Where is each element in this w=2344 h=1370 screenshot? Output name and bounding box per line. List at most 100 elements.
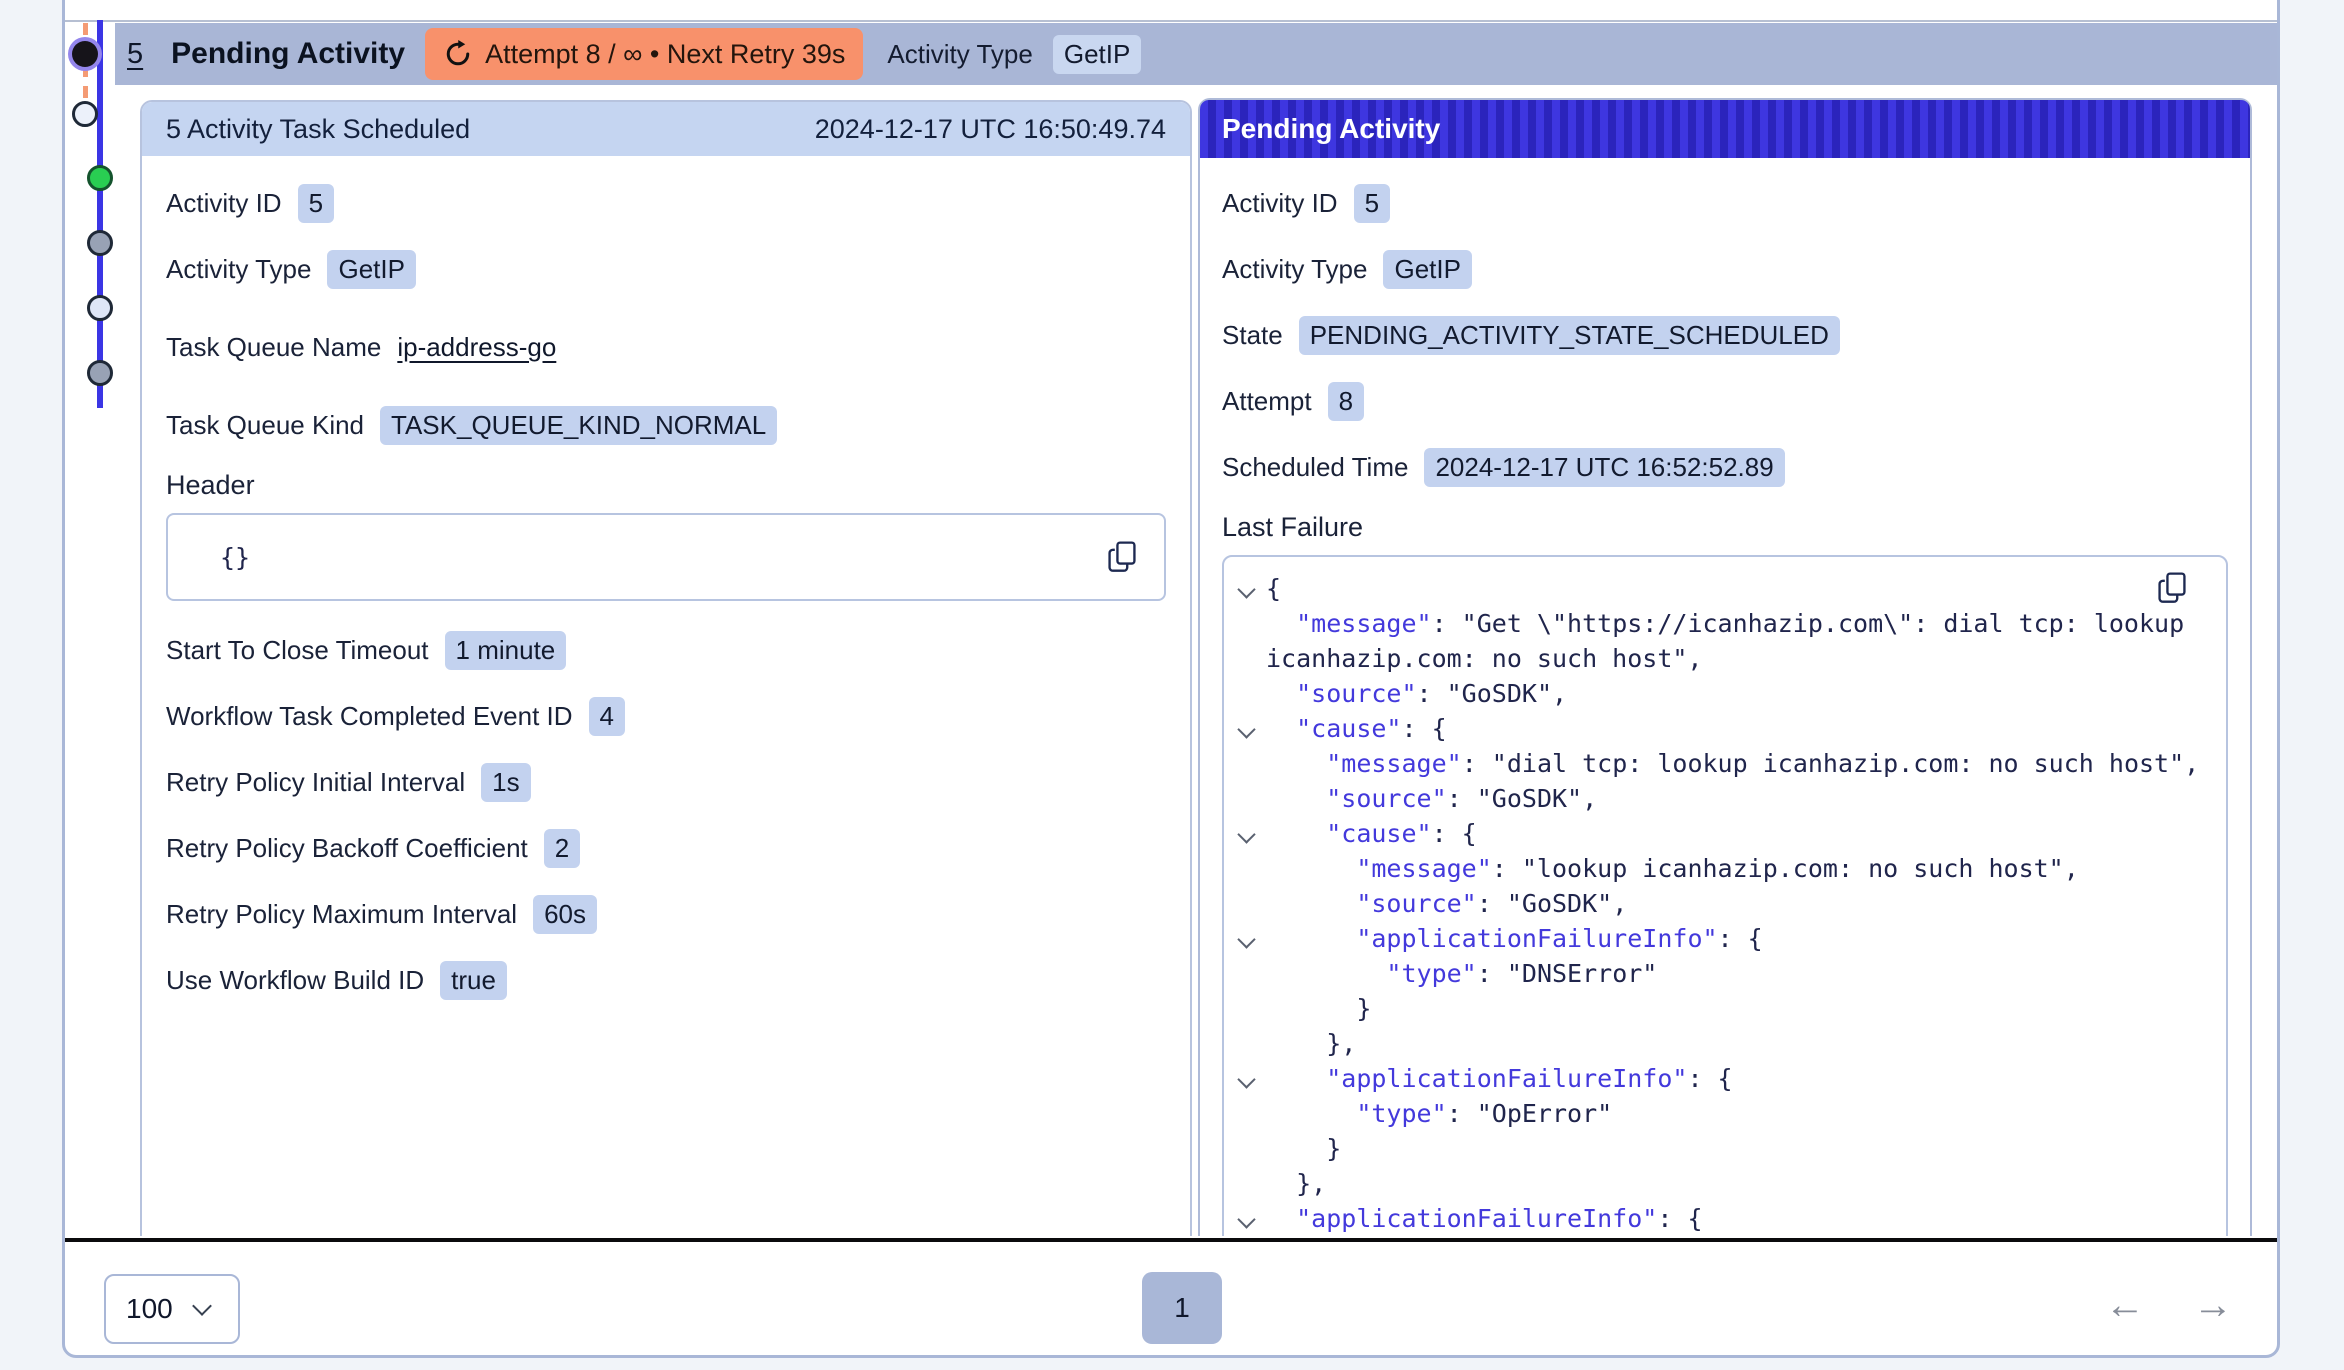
- copy-icon[interactable]: [2156, 571, 2188, 605]
- chevron-down-icon: [192, 1296, 212, 1316]
- field-row: Workflow Task Completed Event ID4: [166, 695, 1166, 737]
- header-payload-box: {}: [166, 513, 1166, 601]
- timeline-current-event-dot[interactable]: [72, 41, 98, 67]
- code-text: "applicationFailureInfo": {: [1266, 921, 1763, 956]
- field-value-badge: GetIP: [1383, 250, 1471, 289]
- code-text: }: [1266, 991, 1371, 1026]
- field-row: Activity ID5: [166, 182, 1166, 224]
- field-value-badge: GetIP: [327, 250, 415, 289]
- left-panel-header: 5 Activity Task Scheduled 2024-12-17 UTC…: [142, 102, 1190, 156]
- page-number: 1: [1174, 1292, 1190, 1324]
- code-text: "message": "dial tcp: lookup icanhazip.c…: [1266, 746, 2199, 781]
- field-row: State PENDING_ACTIVITY_STATE_SCHEDULED: [1222, 314, 2228, 356]
- code-line: "applicationFailureInfo": {: [1236, 1201, 2208, 1236]
- field-row: Task Queue Nameip-address-go: [166, 326, 1166, 368]
- collapse-chevron-icon[interactable]: [1237, 580, 1255, 598]
- page-number-button[interactable]: 1: [1142, 1272, 1222, 1344]
- field-label: Retry Policy Backoff Coefficient: [166, 833, 528, 864]
- field-row: Retry Policy Initial Interval 1s: [166, 761, 1166, 803]
- retry-badge-text: Attempt 8 / ∞ • Next Retry 39s: [485, 39, 845, 70]
- code-text: "message": "lookup icanhazip.com: no suc…: [1266, 851, 2079, 886]
- field-label: Use Workflow Build ID: [166, 965, 424, 996]
- field-label: Retry Policy Initial Interval: [166, 767, 465, 798]
- event-id-link[interactable]: 5: [127, 38, 143, 71]
- left-panel-timestamp: 2024-12-17 UTC 16:50:49.74: [815, 114, 1166, 145]
- code-line: "cause": {: [1236, 711, 2208, 746]
- field-label: Activity Type: [166, 254, 311, 285]
- field-label: Task Queue Kind: [166, 410, 364, 441]
- field-row: Activity ID5: [1222, 182, 2228, 224]
- page-size-select[interactable]: 100: [104, 1274, 240, 1344]
- collapse-chevron-icon[interactable]: [1237, 720, 1255, 738]
- code-text: "applicationFailureInfo": {: [1266, 1061, 1733, 1096]
- field-row: Retry Policy Maximum Interval 60s: [166, 893, 1166, 935]
- field-label: Attempt: [1222, 386, 1312, 417]
- field-row: Activity Type GetIP: [166, 248, 1166, 290]
- code-text: }: [1266, 1131, 1341, 1166]
- code-text: "type": "DNSError": [1266, 956, 1657, 991]
- next-page-arrow[interactable]: →: [2193, 1283, 2233, 1327]
- code-line: "message": "Get \"https://icanhazip.com\…: [1236, 606, 2208, 641]
- field-value-badge: 60s: [533, 895, 597, 934]
- field-value-badge: 1 minute: [445, 631, 567, 670]
- field-value-badge: 2: [544, 829, 580, 868]
- code-line: }: [1236, 1131, 2208, 1166]
- code-gutter: [1236, 1201, 1266, 1236]
- code-gutter: [1236, 746, 1266, 781]
- code-gutter: [1236, 1061, 1266, 1096]
- collapse-chevron-icon[interactable]: [1237, 825, 1255, 843]
- field-row: Use Workflow Build IDtrue: [166, 959, 1166, 1001]
- code-text: "source": "GoSDK",: [1266, 886, 1627, 921]
- code-text: },: [1266, 1166, 1326, 1201]
- field-row: Activity TypeGetIP: [1222, 248, 2228, 290]
- left-panel-title: 5 Activity Task Scheduled: [166, 114, 470, 145]
- field-label: Workflow Task Completed Event ID: [166, 701, 573, 732]
- code-line: "source": "GoSDK",: [1236, 886, 2208, 921]
- field-row: Scheduled Time2024-12-17 UTC 16:52:52.89: [1222, 446, 2228, 488]
- field-value-badge: 5: [1354, 184, 1390, 223]
- collapse-chevron-icon[interactable]: [1237, 930, 1255, 948]
- code-line: "message": "lookup icanhazip.com: no suc…: [1236, 851, 2208, 886]
- code-gutter: [1236, 1166, 1266, 1201]
- code-text: "source": "GoSDK",: [1266, 676, 1567, 711]
- previous-page-arrow[interactable]: ←: [2105, 1283, 2145, 1327]
- copy-icon[interactable]: [1106, 540, 1138, 574]
- event-summary-row[interactable]: 5 Pending Activity Attempt 8 / ∞ • Next …: [115, 23, 2277, 85]
- field-value-badge: PENDING_ACTIVITY_STATE_SCHEDULED: [1299, 316, 1840, 355]
- code-gutter: [1236, 991, 1266, 1026]
- task-queue-link[interactable]: ip-address-go: [397, 332, 556, 363]
- code-line: }: [1236, 991, 2208, 1026]
- header-section-label: Header: [166, 470, 1166, 501]
- code-gutter: [1236, 781, 1266, 816]
- code-line: "message": "dial tcp: lookup icanhazip.c…: [1236, 746, 2208, 781]
- code-text: "source": "GoSDK",: [1266, 781, 1597, 816]
- event-details-area: 5 Activity Task Scheduled 2024-12-17 UTC…: [65, 98, 2277, 1236]
- field-row: Task Queue KindTASK_QUEUE_KIND_NORMAL: [166, 404, 1166, 446]
- page-size-value: 100: [126, 1293, 173, 1325]
- field-value-badge: 2024-12-17 UTC 16:52:52.89: [1424, 448, 1784, 487]
- field-label: State: [1222, 320, 1283, 351]
- code-text: "cause": {: [1266, 711, 1447, 746]
- code-text: {: [1266, 571, 1281, 606]
- code-text: "type": "OpError": [1266, 1096, 1612, 1131]
- code-text: "message": "Get \"https://icanhazip.com\…: [1266, 606, 2184, 641]
- collapse-chevron-icon[interactable]: [1237, 1070, 1255, 1088]
- code-line: "applicationFailureInfo": {: [1236, 921, 2208, 956]
- code-gutter: [1236, 1026, 1266, 1061]
- pending-activity-title: Pending Activity: [1222, 113, 1440, 145]
- field-row: Retry Policy Backoff Coefficient 2: [166, 827, 1166, 869]
- collapse-chevron-icon[interactable]: [1237, 1210, 1255, 1228]
- code-gutter: [1236, 816, 1266, 851]
- code-gutter: [1236, 571, 1266, 606]
- field-value-badge: 1s: [481, 763, 530, 802]
- header-payload-value: {}: [220, 543, 250, 572]
- code-gutter: [1236, 956, 1266, 991]
- code-line: "source": "GoSDK",: [1236, 676, 2208, 711]
- field-row: Start To Close Timeout1 minute: [166, 629, 1166, 671]
- retry-icon: [443, 39, 473, 69]
- code-line: icanhazip.com: no such host",: [1236, 641, 2208, 676]
- code-line: {: [1236, 571, 2208, 606]
- code-line: },: [1236, 1026, 2208, 1061]
- code-gutter: [1236, 1131, 1266, 1166]
- field-label: Retry Policy Maximum Interval: [166, 899, 517, 930]
